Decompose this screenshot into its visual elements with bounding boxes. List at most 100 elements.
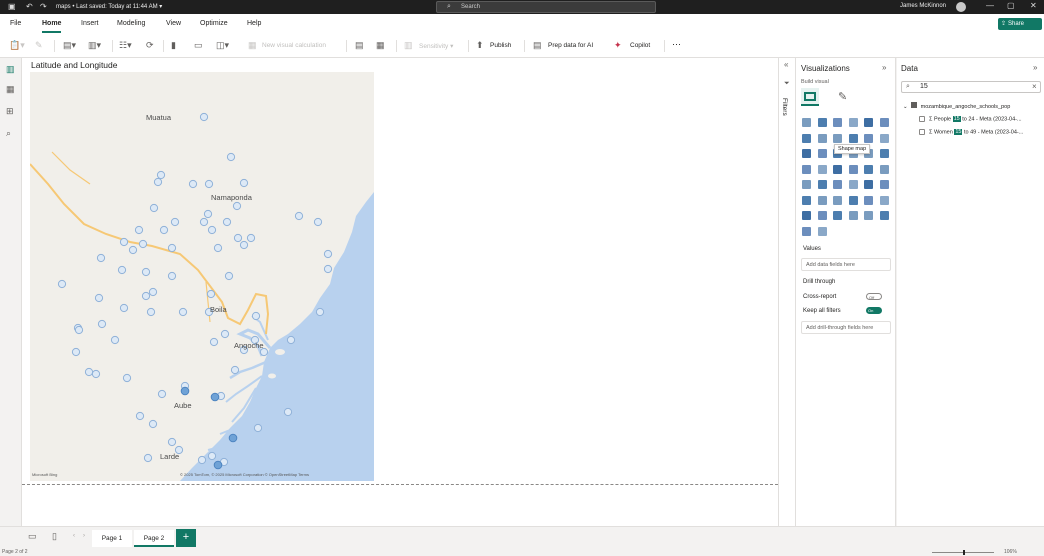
keep-all-filters-toggle[interactable]: On [866,307,882,314]
map-point[interactable] [315,307,325,317]
visual-type-icon[interactable] [833,211,842,220]
get-data-icon[interactable]: ▤▾ [63,40,76,51]
visual-type-icon[interactable] [879,133,889,143]
data-search-input[interactable]: ⌕ 15 × [901,81,1041,93]
visual-type-icon[interactable] [879,149,889,158]
map-point[interactable] [232,201,242,211]
map-point[interactable] [178,307,188,317]
map-point[interactable] [213,460,223,470]
visual-type-icon[interactable] [848,180,858,189]
map-point[interactable] [323,264,333,274]
report-view-icon[interactable]: ▥ [6,64,15,75]
map-point[interactable] [143,453,153,463]
visual-type-icon[interactable] [817,211,827,220]
map-point[interactable] [141,291,151,301]
map-point[interactable] [239,240,249,250]
table-node[interactable]: ⌄ mozambique_angoche_schools_pop [903,102,1010,110]
tab-view[interactable]: View [166,20,181,27]
transform-data-icon[interactable]: ☷▾ [119,40,132,51]
visual-type-icon[interactable] [802,118,811,127]
map-point[interactable] [97,319,107,329]
build-visual-tab[interactable] [801,88,819,106]
field-checkbox[interactable] [919,129,925,135]
visual-type-icon[interactable] [802,133,811,143]
map-point[interactable] [206,289,216,299]
map-point[interactable] [207,225,217,235]
visual-type-icon[interactable] [802,195,811,205]
visual-type-icon[interactable] [848,211,858,220]
visual-type-icon[interactable] [848,133,858,143]
map-point[interactable] [84,367,94,377]
visual-type-icon[interactable] [879,118,889,127]
map-point[interactable] [228,433,238,443]
visual-type-icon[interactable] [802,164,811,174]
map-point[interactable] [71,347,81,357]
map-attribution[interactable]: © 2025 TomTom, © 2025 Microsoft Corporat… [180,472,309,477]
map-point[interactable] [180,386,190,396]
map-svg[interactable]: Muatua Namaponda Boila Angoche Aube Lard… [30,72,374,481]
visual-type-icon[interactable] [802,211,811,220]
zoom-slider[interactable] [932,550,994,555]
restore-icon[interactable]: ▢ [1007,1,1015,10]
visual-type-icon[interactable] [833,195,842,205]
map-point[interactable] [207,451,217,461]
drill-through-well[interactable]: Add drill-through fields here [801,321,891,334]
redo-icon[interactable]: ↷ [40,2,47,11]
map-point[interactable] [119,303,129,313]
new-measure-icon[interactable]: ▤ [355,40,364,51]
copilot-button[interactable]: Copilot [630,42,650,49]
map-point[interactable] [199,217,209,227]
visual-type-icon[interactable] [833,118,842,127]
map-point[interactable] [294,211,304,221]
visual-type-icon[interactable] [833,180,842,189]
next-page-icon[interactable]: › [83,533,85,539]
map-point[interactable] [253,423,263,433]
field-item[interactable]: Σ People 15 to 24 - Meta (2023-04-... [919,116,1022,123]
map-point[interactable] [283,407,293,417]
map-point[interactable] [128,245,138,255]
map-point[interactable] [239,178,249,188]
model-view-icon[interactable]: ⊞ [6,106,14,117]
visual-type-icon[interactable] [817,118,827,127]
map-point[interactable] [213,243,223,253]
map-point[interactable] [141,267,151,277]
visual-type-icon[interactable] [864,180,873,189]
map-point[interactable] [197,455,207,465]
map-point[interactable] [246,233,256,243]
field-item[interactable]: Σ Women 15 to 49 - Meta (2023-04-... [919,129,1023,136]
visual-type-icon[interactable] [864,118,873,127]
sensitivity-button[interactable]: Sensitivity ▾ [419,42,453,50]
visual-type-icon[interactable] [848,195,858,205]
share-button[interactable]: ⇪ Share [998,18,1042,30]
tab-home[interactable]: Home [42,20,62,33]
dax-query-view-icon[interactable]: ⌕ [6,128,11,139]
report-canvas[interactable]: Latitude and Longitude Muatua Namaponda … [22,58,778,526]
visual-type-icon[interactable] [802,149,811,158]
zoom-level[interactable]: 106% [1004,549,1017,555]
map-point[interactable] [204,179,214,189]
map-point[interactable] [117,265,127,275]
map-point[interactable] [167,437,177,447]
visual-type-icon[interactable] [848,118,858,127]
visual-type-icon[interactable] [817,164,827,174]
visual-type-icon[interactable] [802,226,811,236]
visual-type-icon[interactable] [817,180,827,189]
map-point[interactable] [157,389,167,399]
tab-insert[interactable]: Insert [81,20,99,27]
avatar[interactable] [956,2,966,12]
map-point[interactable] [134,225,144,235]
tab-help[interactable]: Help [247,20,261,27]
visual-type-icon[interactable] [817,195,827,205]
map-point[interactable] [233,233,243,243]
map-point[interactable] [138,239,148,249]
map-point[interactable] [210,392,220,402]
more-options-button[interactable]: ⋯ [672,39,681,50]
visual-type-icon[interactable] [864,195,873,205]
map-point[interactable] [94,293,104,303]
map-point[interactable] [167,271,177,281]
visual-type-icon[interactable] [879,211,889,220]
mobile-layout-icon[interactable]: ▯ [52,531,57,542]
map-point[interactable] [135,411,145,421]
page-tab[interactable]: Page 1 [92,530,132,547]
map-point[interactable] [74,325,84,335]
